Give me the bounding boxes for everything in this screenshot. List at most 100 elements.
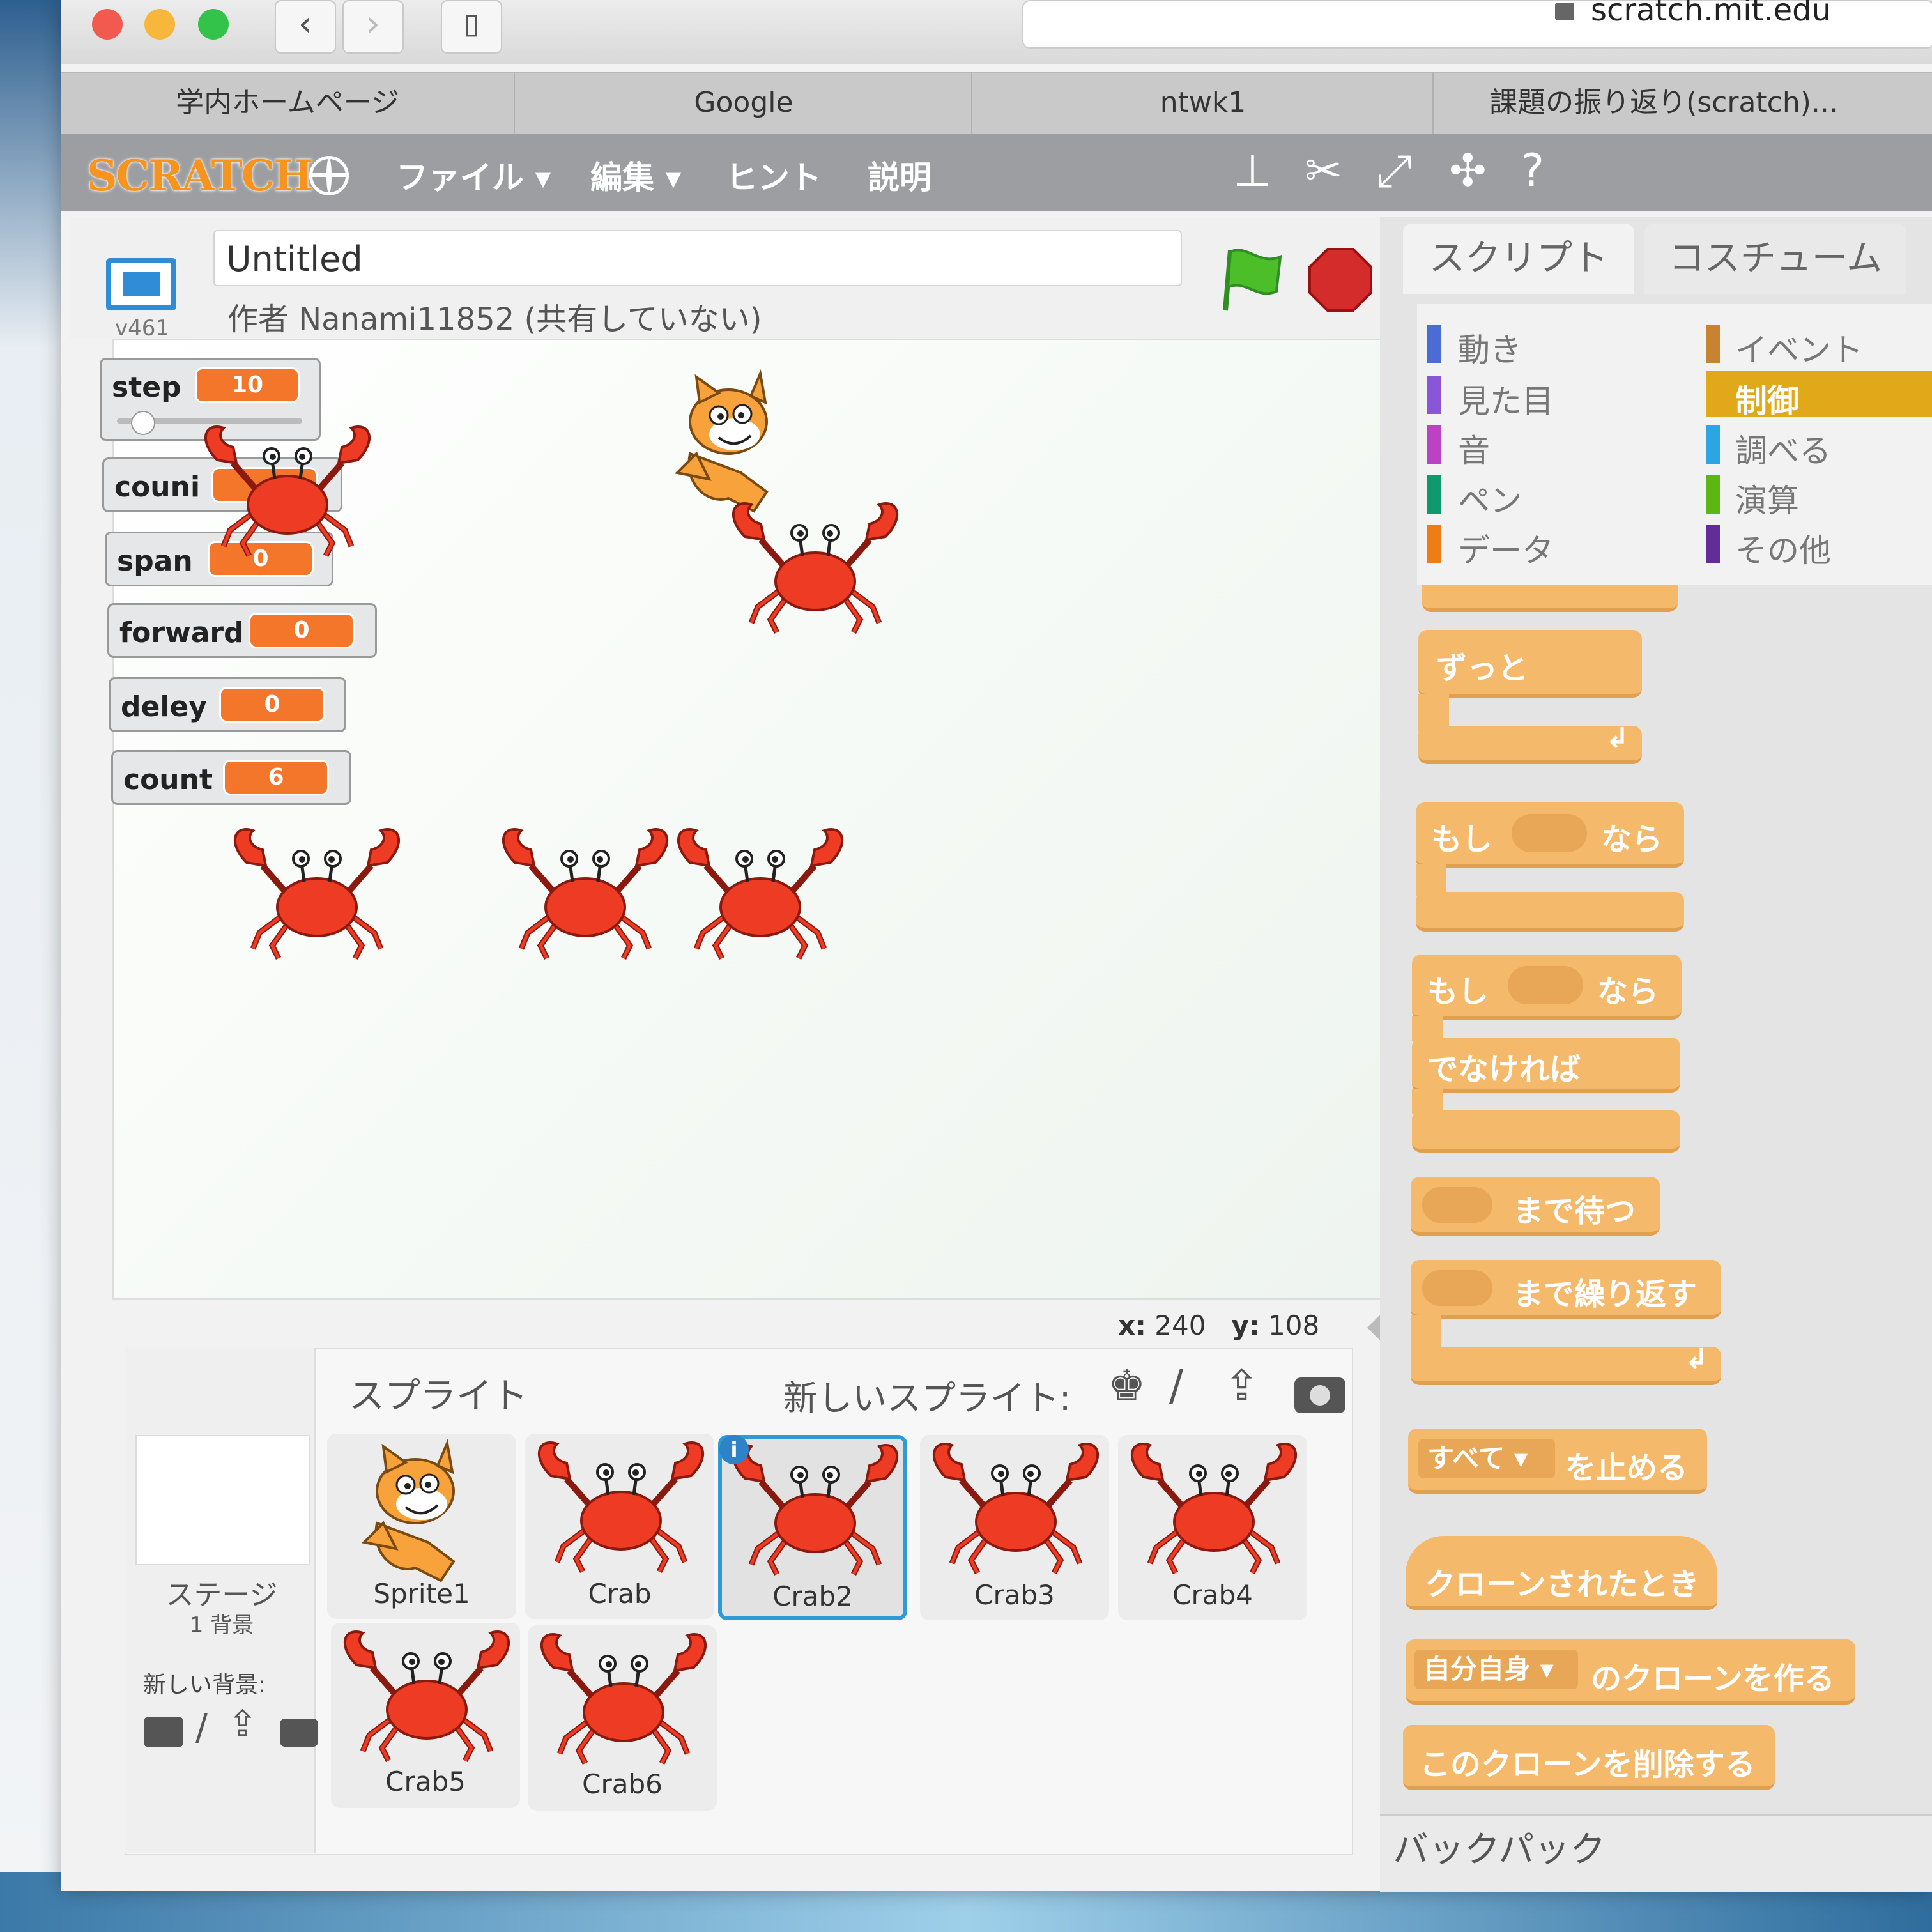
category-color-sensing [1706, 425, 1720, 464]
maximize-window-icon[interactable] [198, 9, 229, 40]
menu-file[interactable]: ファイル ▾ [396, 152, 551, 198]
sprite-tile-crab5[interactable]: Crab5 [331, 1623, 520, 1808]
block-if-arm [1416, 864, 1446, 896]
stop-icon[interactable] [1308, 248, 1372, 313]
forward-button[interactable]: › [342, 0, 404, 54]
category-data[interactable]: データ [1458, 525, 1554, 571]
new-sprite-label: 新しいスプライト: [783, 1378, 1071, 1418]
block-create-clone[interactable]: 自分自身 ▾ のクローンを作る [1406, 1639, 1855, 1705]
loop-arrow-icon: ↲ [1606, 722, 1629, 755]
block-delete-this-clone[interactable]: このクローンを削除する [1403, 1725, 1775, 1790]
block-when-i-start-as-clone[interactable]: クローンされたとき [1406, 1536, 1717, 1610]
paint-brush-icon[interactable]: / [1169, 1361, 1183, 1410]
sprite-library-icon[interactable]: ♚ [1108, 1361, 1146, 1410]
lock-icon [1555, 3, 1574, 20]
condition-slot[interactable] [1512, 814, 1587, 852]
stage-sprite-crab[interactable] [726, 511, 905, 639]
monitor-forward[interactable]: forward 0 [107, 603, 377, 658]
presentation-mode-icon[interactable] [106, 258, 176, 310]
new-backdrop-label: 新しい背景: [143, 1672, 266, 1698]
sprite-tile-sprite1[interactable]: Sprite1 [327, 1434, 516, 1619]
category-events[interactable]: イベント [1735, 325, 1863, 371]
category-control[interactable]: 制御 [1735, 376, 1799, 422]
category-more[interactable]: その他 [1735, 525, 1831, 571]
block-repeat-until-bottom: ↲ [1411, 1343, 1721, 1385]
category-motion[interactable]: 動き [1458, 325, 1522, 371]
delete-scissors-icon[interactable]: ✂ [1305, 144, 1342, 197]
desktop-background [0, 0, 64, 1932]
help-icon[interactable]: ? [1521, 144, 1544, 197]
stage-sprite-crab[interactable] [198, 434, 377, 562]
language-globe-icon[interactable] [309, 156, 349, 195]
category-pen[interactable]: ペン [1458, 475, 1522, 521]
stop-option-dropdown[interactable]: すべて ▾ [1418, 1439, 1555, 1478]
backdrop-camera-icon[interactable] [280, 1719, 318, 1747]
grow-icon[interactable]: ⤢ [1376, 144, 1412, 197]
back-button[interactable]: ‹ [275, 0, 336, 54]
sprite-tile-crab[interactable]: Crab [525, 1434, 714, 1619]
block-if-else-bottom [1412, 1110, 1680, 1153]
stage-sprite-cat[interactable] [671, 372, 799, 518]
category-color-operators [1706, 475, 1720, 514]
green-flag-icon[interactable] [1222, 247, 1285, 319]
tab-scripts[interactable]: スクリプト [1403, 224, 1634, 294]
menu-tips[interactable]: ヒント [726, 152, 822, 198]
monitor-value: 0 [219, 687, 325, 723]
duplicate-stamp-icon[interactable]: ⊥ [1233, 144, 1272, 197]
mouse-y: 108 [1268, 1310, 1320, 1341]
sprite-thumbnail-crab [532, 1450, 710, 1578]
block-if-else[interactable]: もし なら [1412, 954, 1682, 1020]
condition-slot[interactable] [1422, 1187, 1492, 1223]
sprite-pane-title: スプライト [349, 1376, 528, 1417]
block-forever[interactable]: ずっと [1418, 630, 1642, 698]
project-title-input[interactable]: Untitled [213, 230, 1182, 286]
block-repeat-until[interactable]: まで繰り返す [1411, 1260, 1721, 1319]
block-else: でなければ [1412, 1038, 1680, 1092]
sprite-tile-crab3[interactable]: Crab3 [920, 1435, 1109, 1620]
collapse-stage-arrow-icon[interactable] [1367, 1314, 1381, 1342]
backdrop-upload-icon[interactable]: ⇪ [227, 1703, 257, 1745]
sprite-info-icon[interactable]: i [719, 1435, 749, 1464]
block-if[interactable]: もし なら [1416, 802, 1684, 868]
backdrop-paint-icon[interactable]: / [195, 1707, 208, 1749]
sprite-tile-crab4[interactable]: Crab4 [1118, 1435, 1307, 1620]
clone-target-dropdown[interactable]: 自分自身 ▾ [1414, 1650, 1578, 1689]
sprite-tile-crab6[interactable]: Crab6 [528, 1625, 717, 1811]
stage-sprite-crab[interactable] [671, 837, 850, 965]
tab-scratch-review[interactable]: 課題の振り返り(scratch)... [1432, 72, 1894, 134]
stage-sprite-crab[interactable] [496, 837, 675, 965]
tab-school-home[interactable]: 学内ホームページ [61, 72, 514, 134]
stage-sprite-crab[interactable] [227, 837, 406, 965]
category-operators[interactable]: 演算 [1735, 475, 1799, 521]
block-repeat-bottom[interactable] [1422, 585, 1678, 612]
close-window-icon[interactable] [92, 9, 123, 40]
block-stop[interactable]: すべて ▾ を止める [1408, 1429, 1707, 1494]
tab-google[interactable]: Google [514, 72, 972, 134]
monitor-slider-handle[interactable] [131, 411, 155, 435]
stage-thumbnail[interactable] [135, 1435, 310, 1565]
backpack-label: バックパック [1393, 1829, 1606, 1871]
monitor-count[interactable]: count 6 [111, 750, 351, 805]
block-wait-until[interactable]: まで待つ [1411, 1177, 1660, 1236]
tab-costumes[interactable]: コスチューム [1644, 224, 1906, 294]
camera-icon[interactable] [1294, 1377, 1346, 1413]
category-sensing[interactable]: 調べる [1735, 425, 1831, 471]
menu-edit[interactable]: 編集 ▾ [590, 152, 682, 198]
category-looks[interactable]: 見た目 [1458, 376, 1554, 422]
minimize-window-icon[interactable] [144, 9, 175, 40]
block-forever-bottom: ↲ [1418, 722, 1642, 764]
condition-slot[interactable] [1508, 966, 1583, 1004]
sprite-tile-crab2-selected[interactable]: Crab2 i [718, 1435, 907, 1620]
scratch-logo[interactable]: SCRATCH [87, 151, 314, 201]
category-sound[interactable]: 音 [1458, 425, 1490, 471]
sidebar-toggle-icon[interactable]: ▯ [441, 0, 502, 54]
tab-ntwk1[interactable]: ntwk1 [971, 72, 1434, 134]
upload-icon[interactable]: ⇪ [1224, 1361, 1259, 1410]
condition-slot[interactable] [1422, 1270, 1492, 1306]
stage-label: ステージ [165, 1579, 278, 1611]
loop-arrow-icon: ↲ [1685, 1343, 1708, 1376]
shrink-icon[interactable]: ✣ [1449, 144, 1487, 197]
menu-about[interactable]: 説明 [868, 152, 931, 198]
backdrop-library-icon[interactable] [144, 1717, 183, 1747]
monitor-deley[interactable]: deley 0 [109, 677, 346, 732]
